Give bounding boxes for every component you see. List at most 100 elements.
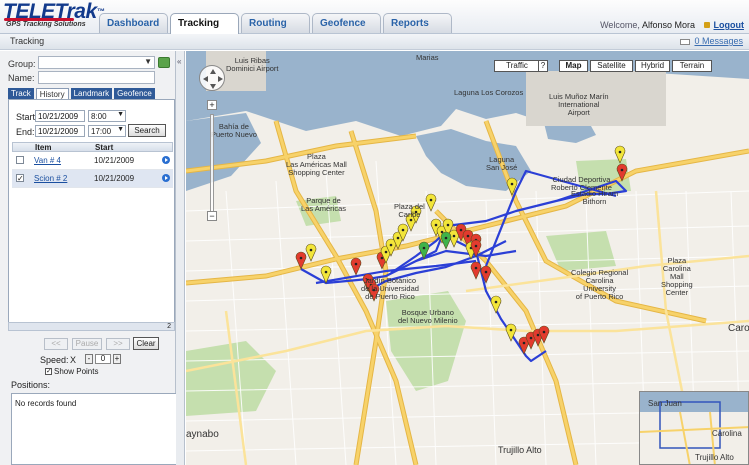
overview-label-san-juan: San Juan: [648, 399, 682, 408]
route-marker[interactable]: [490, 295, 502, 314]
route-marker[interactable]: [425, 193, 437, 212]
overview-label-trujillo: Trujillo Alto: [695, 453, 734, 462]
welcome-text: Welcome,: [600, 20, 640, 30]
speed-increase-button[interactable]: +: [113, 354, 121, 364]
end-time-value: 17:00: [91, 127, 112, 136]
label-guaynabo: aynabo: [186, 429, 219, 440]
clear-button[interactable]: Clear: [133, 337, 159, 350]
pan-control[interactable]: [199, 65, 225, 91]
tab-geofence[interactable]: Geofence: [312, 13, 381, 33]
name-input[interactable]: [38, 71, 155, 84]
envelope-icon: [680, 38, 691, 45]
tab-landmark[interactable]: Landmark: [70, 88, 113, 99]
positions-empty-text: No records found: [15, 399, 77, 408]
label-estadio: Estadio Hiram Bithorn: [571, 189, 619, 206]
search-button[interactable]: Search: [128, 124, 166, 137]
messages-label: 0 Messages: [694, 36, 743, 46]
speed-decrease-button[interactable]: -: [85, 354, 93, 364]
vehicle-link[interactable]: Van # 4: [34, 156, 61, 165]
name-label: Name:: [8, 73, 35, 83]
map-type-map-button[interactable]: Map: [559, 60, 588, 72]
park-jardin-botanico: [386, 291, 466, 391]
speed-multiplier-label: X: [70, 355, 77, 365]
zoom-slider[interactable]: [210, 114, 214, 214]
label-plaza-carolina: Plaza Carolina Mall Shopping Center: [661, 256, 693, 297]
chevron-down-icon: ▼: [117, 126, 124, 133]
play-icon[interactable]: [162, 174, 170, 182]
refresh-group-icon[interactable]: [158, 57, 170, 68]
overview-label-carolina: Carolina: [712, 429, 742, 438]
map-view[interactable]: Luis Ribas Dominici Airport Marias Laguna…: [186, 51, 749, 465]
row-start-date: 10/21/2009: [94, 174, 135, 183]
traffic-button[interactable]: Traffic: [494, 60, 540, 72]
messages-link[interactable]: 0 Messages: [680, 36, 743, 46]
label-colegio-regional: Colegio Regional Carolina University of Pue…: [571, 268, 629, 301]
start-time-value: 8:00: [91, 112, 107, 121]
label-parque-las-americas: Parque de Las Américas: [301, 196, 347, 213]
grid-pager: 2: [8, 322, 175, 331]
label-laguna-san-jose: Laguna San José: [486, 155, 518, 172]
play-icon[interactable]: [162, 156, 170, 164]
route-marker[interactable]: [440, 231, 452, 250]
next-button[interactable]: >>: [106, 338, 130, 350]
column-item: Item: [35, 143, 52, 152]
show-points-checkbox[interactable]: ✓: [45, 368, 52, 375]
panel-tabs: Track History Landmark Geofence: [8, 88, 157, 99]
tab-routing[interactable]: Routing: [241, 13, 310, 33]
panel-collapse-bar[interactable]: «: [176, 51, 185, 465]
zoom-in-button[interactable]: +: [207, 100, 217, 110]
route-marker[interactable]: [305, 243, 317, 262]
sub-header: Tracking 0 Messages: [0, 34, 749, 50]
row-start-date: 10/21/2009: [94, 156, 135, 165]
end-time-select[interactable]: 17:00 ▼: [88, 125, 126, 137]
row-checkbox[interactable]: [16, 156, 24, 164]
tab-reports[interactable]: Reports: [383, 13, 452, 33]
previous-button[interactable]: <<: [44, 338, 68, 350]
collapse-icon[interactable]: «: [177, 57, 181, 66]
tab-tracking[interactable]: Tracking: [170, 13, 239, 34]
pan-arrows-icon[interactable]: [200, 66, 226, 92]
chevron-down-icon: ▼: [144, 57, 152, 66]
lock-icon: [703, 22, 710, 28]
row-checkbox[interactable]: ✓: [16, 174, 24, 183]
table-row[interactable]: ✓ Scion # 2 10/21/2009: [12, 170, 173, 188]
speed-value-field[interactable]: 0: [95, 354, 111, 364]
user-name: Alfonso Mora: [641, 20, 695, 30]
vehicle-link[interactable]: Scion # 2: [34, 174, 67, 183]
logout-link[interactable]: Logout: [714, 20, 745, 30]
label-plaza-del-caribe: Plaza del Caribe: [394, 202, 425, 219]
end-date-field[interactable]: 10/21/2009: [35, 125, 85, 137]
page-title: Tracking: [10, 36, 45, 46]
tab-history[interactable]: History: [35, 88, 69, 99]
tab-track[interactable]: Track: [8, 88, 34, 99]
map-type-terrain-button[interactable]: Terrain: [672, 60, 712, 72]
route-marker[interactable]: [470, 261, 482, 280]
label-laguna-corozos: Laguna Los Corozos: [454, 88, 524, 97]
start-time-select[interactable]: 8:00 ▼: [88, 110, 126, 122]
tab-panel-geofence[interactable]: Geofence: [114, 88, 155, 99]
tab-dashboard[interactable]: Dashboard: [99, 13, 168, 33]
chevron-down-icon: ▼: [117, 111, 124, 118]
label-marias: Marias: [416, 53, 439, 62]
route-marker[interactable]: [350, 257, 362, 276]
app-header: TELETrak™ GPS Tracking Solutions Dashboa…: [0, 0, 749, 34]
vehicle-grid: Item Start Van # 4 10/21/2009 ✓ Scion # …: [12, 142, 173, 188]
overview-map[interactable]: San Juan Carolina Trujillo Alto: [639, 391, 749, 465]
label-plaza-las-americas: Plaza Las Américas Mall Shopping Center: [286, 152, 347, 177]
map-type-hybrid-button[interactable]: Hybrid: [635, 60, 670, 72]
group-select[interactable]: ▼: [38, 56, 155, 69]
traffic-help-button[interactable]: ?: [538, 60, 548, 72]
start-date-field[interactable]: 10/21/2009: [35, 110, 85, 122]
positions-label: Positions:: [11, 380, 51, 390]
zoom-out-button[interactable]: −: [207, 211, 217, 221]
label-jardin-botanico: Jardín Botánico de la Universidad de Puert…: [361, 276, 419, 301]
group-label: Group:: [8, 59, 36, 69]
pause-button[interactable]: Pause: [72, 338, 102, 350]
map-type-satellite-button[interactable]: Satellite: [590, 60, 633, 72]
end-label: End:: [16, 127, 35, 137]
main-nav-tabs: Dashboard Tracking Routing Geofence Repo…: [99, 13, 454, 34]
label-luis-ribas: Luis Ribas Dominici Airport: [226, 56, 279, 73]
label-carolina: Caro: [728, 323, 749, 334]
show-points-label: Show Points: [54, 367, 99, 376]
table-row[interactable]: Van # 4 10/21/2009: [12, 152, 173, 170]
